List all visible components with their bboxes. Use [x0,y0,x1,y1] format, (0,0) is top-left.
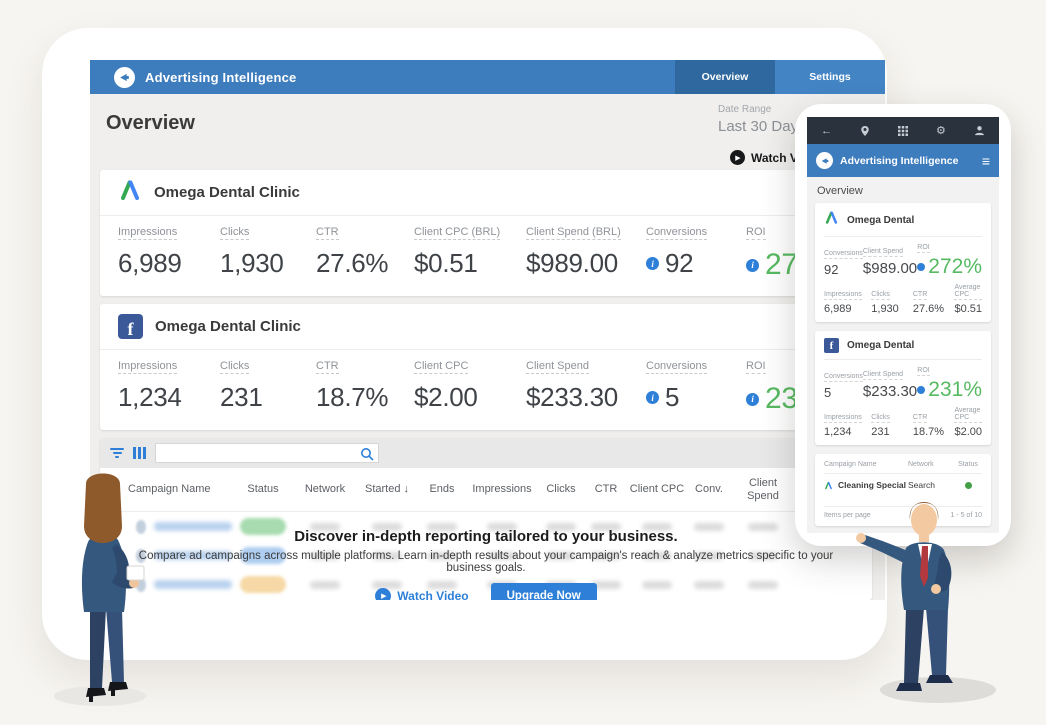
metric-label: Client Spend (BRL) [526,226,621,240]
metric-value: $233.30 [526,382,646,413]
tablet-device-frame: Advertising Intelligence Overview Settin… [42,28,887,660]
play-icon: ▶ [730,150,745,165]
metric-value: 6,989 [118,248,220,279]
phone-google-card: Omega Dental Conversions92 Client Spend$… [815,203,991,322]
metric-value: $989.00 [526,248,646,279]
client-name: Omega Dental [847,215,914,226]
metric-label: CTR [316,226,339,240]
phone-page-title: Overview [817,185,991,197]
metric-value: 5 [665,382,679,413]
gear-icon[interactable]: ⚙ [936,124,946,137]
metric-label: Clicks [220,360,249,374]
facebook-icon: f [118,314,143,339]
column-header-started-sorted-desc[interactable]: Started ↓ [356,483,418,496]
page-title: Overview [106,112,195,135]
google-ads-icon [824,210,839,230]
upsell-overlay: Discover in-depth reporting tailored to … [100,512,872,600]
app-title: Advertising Intelligence [145,70,296,85]
metric-value: 92 [665,248,693,279]
roi-value: 231% [928,379,982,400]
phone-facebook-card: f Omega Dental Conversions5 Client Spend… [815,331,991,445]
campaign-table-card: Campaign Name Status Network Started ↓ E… [100,438,872,600]
watch-video-link[interactable]: ▶ Watch Video [375,588,468,600]
client-name: Omega Dental [847,340,914,351]
info-icon[interactable]: i [746,259,759,272]
table-toolbar [100,438,872,468]
upsell-heading: Discover in-depth reporting tailored to … [100,528,872,545]
info-icon[interactable]: i [646,257,659,270]
metric-value: 1,234 [118,382,220,413]
metric-label: Impressions [118,226,177,240]
info-icon[interactable] [917,263,925,271]
metric-label: Conversions [646,360,707,374]
tab-overview[interactable]: Overview [675,60,775,94]
search-box [155,443,379,463]
metric-label: Conversions [646,226,707,240]
location-pin-icon[interactable] [860,125,870,137]
phone-browser-bar: ← ⚙ [807,117,999,144]
google-card-header: Omega Dental Clinic [100,170,872,216]
metric-value: 27.6% [316,248,414,279]
metric-value: 18.7% [316,382,414,413]
back-icon[interactable]: ← [821,125,832,137]
column-header-client-cpc[interactable]: Client CPC [628,483,686,496]
search-icon [360,447,374,461]
table-header-row: Campaign Name Status Network Started ↓ E… [100,468,872,512]
metric-label: Impressions [118,360,177,374]
metric-value: $2.00 [414,382,526,413]
metric-label: Clicks [220,226,249,240]
illustration-man-pointing [852,460,1004,708]
metric-value: 231 [220,382,316,413]
metric-label: Client Spend [526,360,589,374]
play-icon: ▶ [375,588,391,600]
google-ads-icon [824,481,833,490]
client-name: Omega Dental Clinic [154,184,300,201]
tab-settings[interactable]: Settings [775,60,885,94]
info-icon[interactable]: i [746,393,759,406]
marketing-hero: Advertising Intelligence Overview Settin… [0,0,1046,725]
illustration-woman-with-coffee [46,470,158,710]
hamburger-menu-icon[interactable]: ≡ [982,153,990,169]
upgrade-now-button[interactable]: Upgrade Now [491,583,597,600]
upsell-body: Compare ad campaigns across multiple pla… [100,550,872,574]
phone-app-title: Advertising Intelligence [840,155,975,167]
google-metrics-row: Impressions 6,989 Clicks 1,930 CTR 27.6% Cl… [100,216,872,294]
account-icon[interactable] [974,125,985,136]
metric-label: Client CPC [414,360,468,374]
column-header-ctr[interactable]: CTR [584,483,628,496]
column-header-impressions[interactable]: Impressions [466,483,538,496]
columns-icon[interactable] [133,447,146,459]
facebook-card: f Omega Dental Clinic Impressions 1,234 C… [100,304,872,430]
search-input[interactable] [160,444,355,462]
google-ads-icon [118,178,142,207]
apps-grid-icon[interactable] [898,126,908,136]
metric-label: Client CPC (BRL) [414,226,500,240]
filter-icon[interactable] [110,448,124,458]
column-header-client-spend[interactable]: Client Spend [732,477,794,502]
facebook-card-header: f Omega Dental Clinic [100,304,872,350]
metric-label: ROI [746,360,766,374]
metric-label: CTR [316,360,339,374]
column-header-conv[interactable]: Conv. [686,483,732,496]
megaphone-logo-icon [114,67,135,88]
metric-value: 1,930 [220,248,316,279]
app-header: Advertising Intelligence Overview Settin… [90,60,885,94]
app-screen: Advertising Intelligence Overview Settin… [90,60,885,600]
info-icon[interactable] [917,386,925,394]
info-icon[interactable]: i [646,391,659,404]
column-header-network[interactable]: Network [294,483,356,496]
column-header-ends[interactable]: Ends [418,483,466,496]
facebook-icon: f [824,338,839,353]
google-ads-card: Omega Dental Clinic Impressions 6,989 Cli… [100,170,872,296]
column-header-clicks[interactable]: Clicks [538,483,584,496]
metric-label: ROI [746,226,766,240]
facebook-metrics-row: Impressions 1,234 Clicks 231 CTR 18.7% Clie… [100,350,872,428]
megaphone-logo-icon [816,152,833,169]
client-name: Omega Dental Clinic [155,318,301,335]
metric-value: $0.51 [414,248,526,279]
phone-app-header: Advertising Intelligence ≡ [807,144,999,177]
column-header-status[interactable]: Status [232,483,294,496]
roi-value: 272% [928,256,982,277]
